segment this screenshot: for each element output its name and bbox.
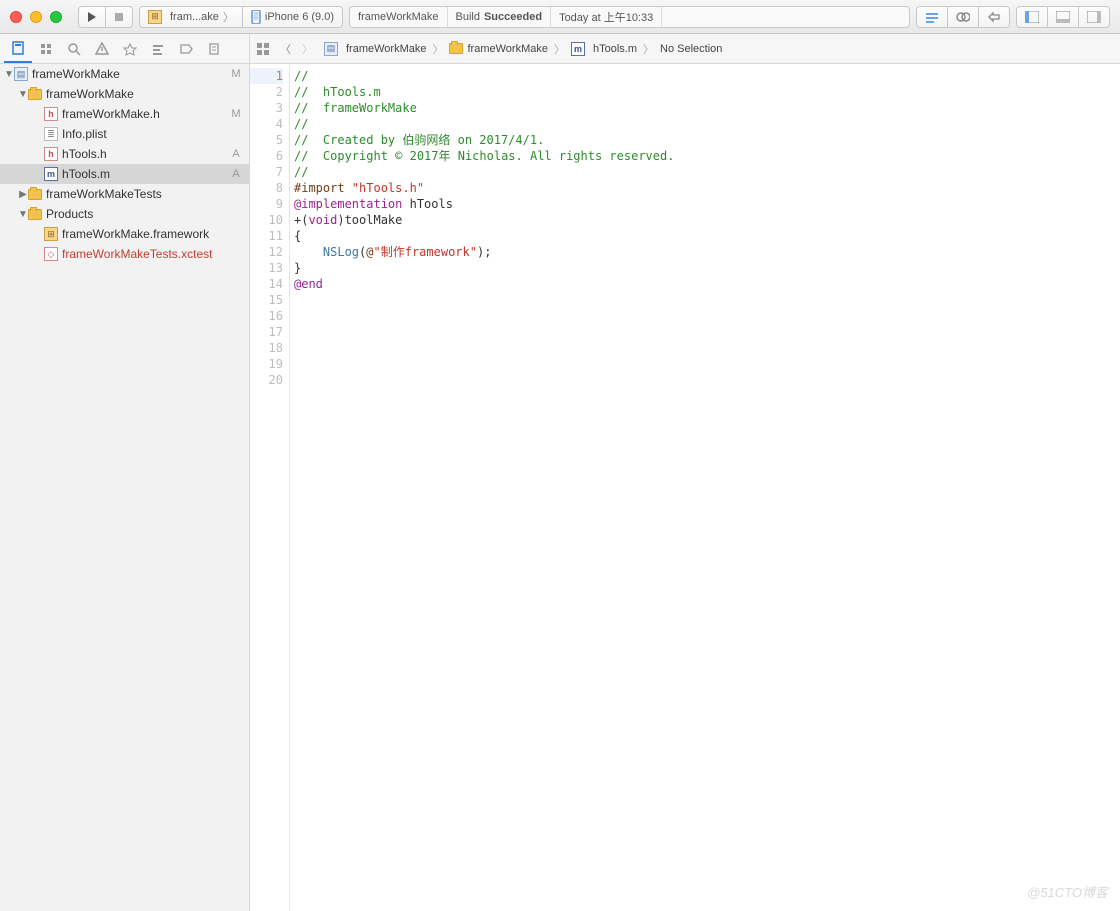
status-build: Build Succeeded xyxy=(448,7,552,27)
scm-status: M xyxy=(229,68,243,80)
chevron-icon: 〉 xyxy=(432,41,443,57)
xctest-icon: ◇ xyxy=(44,247,58,261)
forward-button[interactable]: 〉 xyxy=(302,41,320,57)
run-button[interactable] xyxy=(78,6,106,28)
tree-product[interactable]: ◇ frameWorkMakeTests.xctest xyxy=(0,244,249,264)
back-button[interactable]: 〈 xyxy=(280,41,298,57)
toggle-debug-button[interactable] xyxy=(1048,6,1079,28)
navigator-selector xyxy=(0,34,250,63)
chevron-icon: 〉 xyxy=(554,41,565,57)
code-area[interactable]: //// hTools.m// frameWorkMake//// Create… xyxy=(290,64,1120,911)
secondary-nav: 〈 〉 ▤ frameWorkMake 〉 frameWorkMake 〉 m … xyxy=(0,34,1120,64)
close-window-icon[interactable] xyxy=(10,11,22,23)
toggle-utilities-button[interactable] xyxy=(1079,6,1110,28)
main-split: ▼ ▤ frameWorkMake M ▼ frameWorkMake xyxy=(0,64,1120,911)
stop-button[interactable] xyxy=(106,6,133,28)
project-icon: ▤ xyxy=(324,42,338,56)
scheme-device[interactable]: iPhone 6 (9.0) xyxy=(243,6,343,28)
tree-group-tests[interactable]: ▶ frameWorkMakeTests xyxy=(0,184,249,204)
issue-navigator-icon[interactable] xyxy=(88,35,116,63)
window-controls xyxy=(10,11,62,23)
find-navigator-icon[interactable] xyxy=(60,35,88,63)
toggle-navigator-button[interactable] xyxy=(1016,6,1048,28)
disclosure-triangle-icon[interactable]: ▼ xyxy=(18,89,28,100)
panel-toggle-group xyxy=(1016,6,1110,28)
tree-file-selected[interactable]: m hTools.m A xyxy=(0,164,249,184)
activity-status: frameWorkMake Build Succeeded Today at 上… xyxy=(349,6,910,28)
disclosure-triangle-icon[interactable]: ▶ xyxy=(18,189,28,200)
status-target: frameWorkMake xyxy=(350,7,447,27)
version-editor-button[interactable] xyxy=(979,6,1010,28)
disclosure-triangle-icon[interactable]: ▼ xyxy=(18,209,28,220)
chevron-icon: 〉 xyxy=(643,41,654,57)
scm-status: A xyxy=(229,168,243,180)
project-navigator-icon[interactable] xyxy=(4,35,32,63)
tree-group[interactable]: ▼ frameWorkMake xyxy=(0,84,249,104)
tree-project[interactable]: ▼ ▤ frameWorkMake M xyxy=(0,64,249,84)
test-navigator-icon[interactable] xyxy=(116,35,144,63)
status-time: Today at 上午10:33 xyxy=(551,7,662,27)
editor-mode-group xyxy=(916,6,1010,28)
editor-jump-bar: 〈 〉 ▤ frameWorkMake 〉 frameWorkMake 〉 m … xyxy=(250,34,1120,63)
minimize-window-icon[interactable] xyxy=(30,11,42,23)
tree-file[interactable]: h hTools.h A xyxy=(0,144,249,164)
tree-file[interactable]: h frameWorkMake.h M xyxy=(0,104,249,124)
m-file-icon: m xyxy=(44,167,58,181)
standard-editor-button[interactable] xyxy=(916,6,948,28)
project-icon: ▤ xyxy=(14,67,28,81)
report-navigator-icon[interactable] xyxy=(200,35,228,63)
debug-navigator-icon[interactable] xyxy=(144,35,172,63)
scm-status: A xyxy=(229,148,243,160)
disclosure-triangle-icon[interactable]: ▼ xyxy=(4,69,14,80)
scheme-label: fram...ake xyxy=(170,11,219,23)
breadcrumb-file[interactable]: m hTools.m xyxy=(571,42,637,56)
h-file-icon: h xyxy=(44,147,58,161)
symbol-navigator-icon[interactable] xyxy=(32,35,60,63)
zoom-window-icon[interactable] xyxy=(50,11,62,23)
m-file-icon: m xyxy=(571,42,585,56)
breadcrumb-selection[interactable]: No Selection xyxy=(660,43,722,55)
main-toolbar: ⊞ fram...ake 〉 iPhone 6 (9.0) frameWorkM… xyxy=(0,0,1120,34)
device-label: iPhone 6 (9.0) xyxy=(265,11,334,23)
folder-icon xyxy=(28,189,42,200)
source-editor[interactable]: 1234567891011121314151617181920 //// hTo… xyxy=(250,64,1120,911)
related-items-icon[interactable] xyxy=(256,42,276,56)
scm-status: M xyxy=(229,108,243,120)
watermark: @51CTO博客 xyxy=(1027,882,1108,901)
folder-icon xyxy=(28,209,42,220)
h-file-icon: h xyxy=(44,107,58,121)
folder-icon xyxy=(449,43,463,54)
scheme-target[interactable]: ⊞ fram...ake 〉 xyxy=(139,6,243,28)
breadcrumb-project[interactable]: ▤ frameWorkMake xyxy=(324,42,426,56)
tree-product[interactable]: ⊞ frameWorkMake.framework xyxy=(0,224,249,244)
line-gutter: 1234567891011121314151617181920 xyxy=(250,64,290,911)
tree-file[interactable]: ≣ Info.plist xyxy=(0,124,249,144)
breakpoint-navigator-icon[interactable] xyxy=(172,35,200,63)
project-navigator[interactable]: ▼ ▤ frameWorkMake M ▼ frameWorkMake xyxy=(0,64,250,911)
plist-file-icon: ≣ xyxy=(44,127,58,141)
framework-icon: ⊞ xyxy=(44,227,58,241)
run-controls xyxy=(78,6,133,28)
folder-icon xyxy=(28,89,42,100)
breadcrumb-folder[interactable]: frameWorkMake xyxy=(449,43,547,55)
assistant-editor-button[interactable] xyxy=(948,6,979,28)
scheme-selector[interactable]: ⊞ fram...ake 〉 iPhone 6 (9.0) xyxy=(139,6,343,28)
toolbox-icon: ⊞ xyxy=(148,10,162,24)
iphone-icon xyxy=(251,10,261,24)
tree-group-products[interactable]: ▼ Products xyxy=(0,204,249,224)
